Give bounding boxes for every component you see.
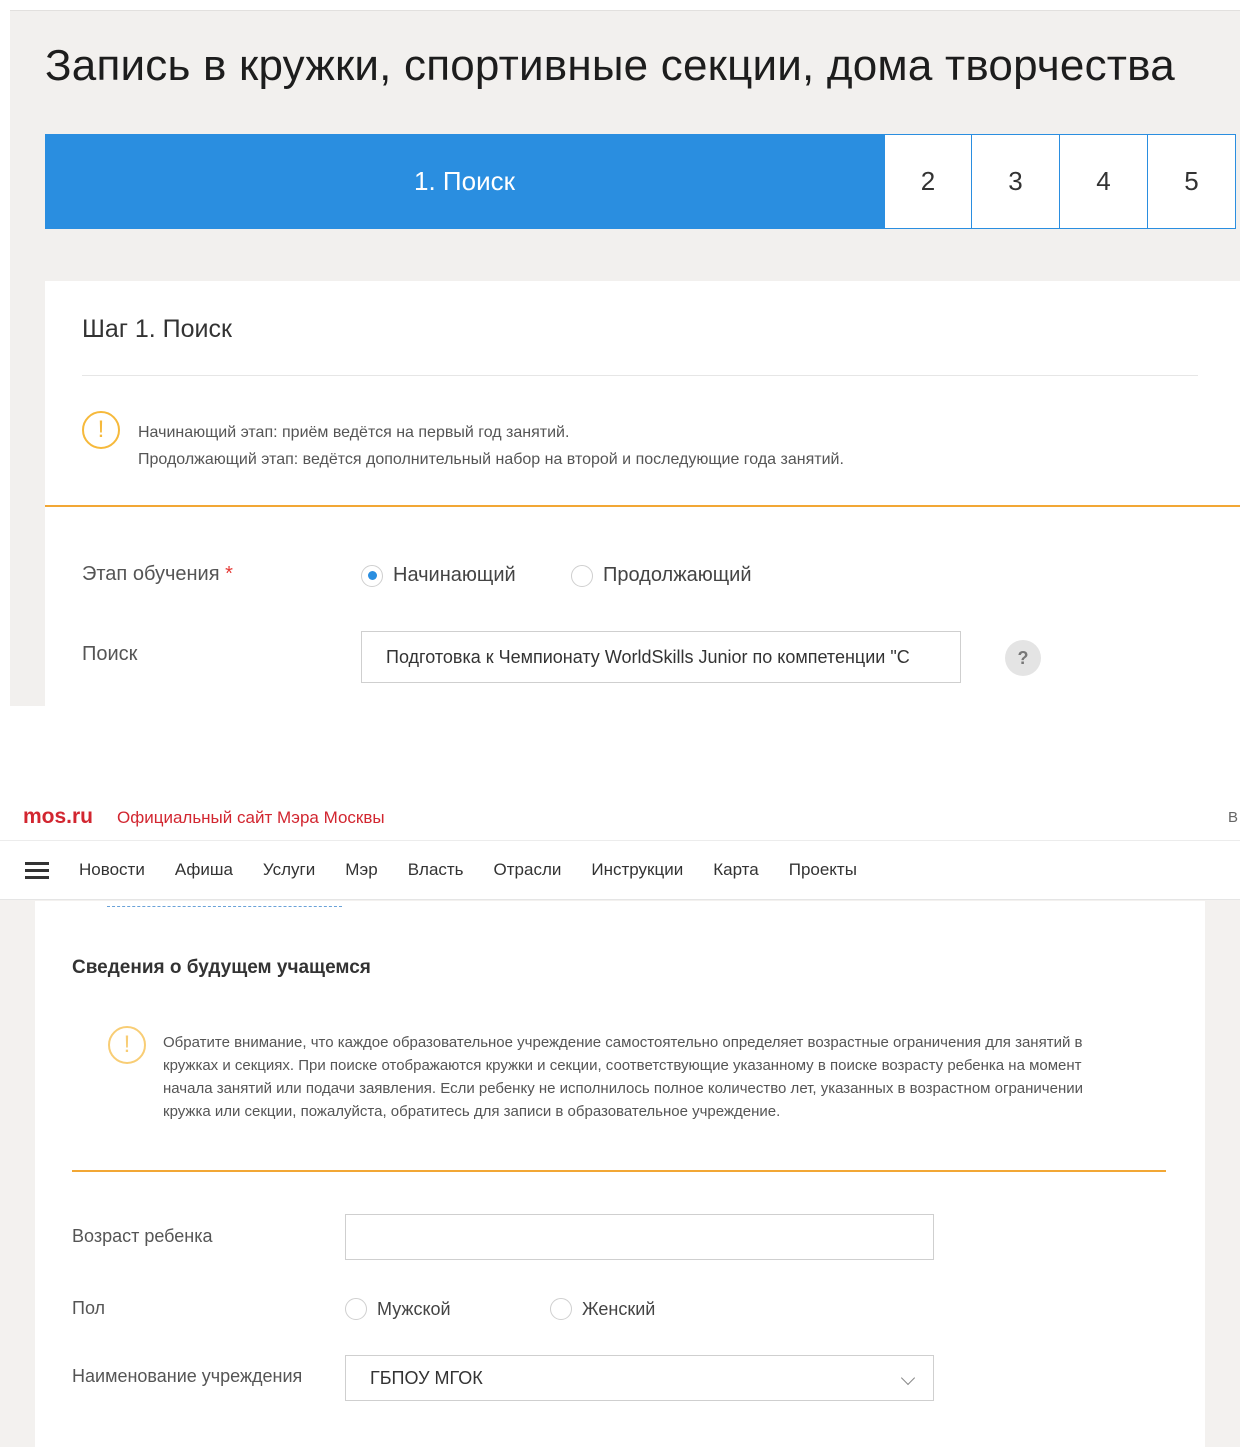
step-1-active[interactable]: 1. Поиск [45, 134, 884, 229]
radio-unchecked-icon[interactable] [571, 564, 593, 587]
top-screenshot-panel: Запись в кружки, спортивные секции, дома… [10, 10, 1240, 706]
brand-bar: mos.ru Официальный сайт Мэра Москвы В [0, 796, 1240, 840]
main-nav: Новости Афиша Услуги Мэр Власть Отрасли … [0, 840, 1240, 900]
nav-item-government[interactable]: Власть [408, 860, 464, 880]
radio-checked-icon[interactable] [361, 564, 383, 587]
nav-item-instructions[interactable]: Инструкции [591, 860, 683, 880]
institution-select[interactable]: ГБПОУ МГОК [345, 1355, 934, 1401]
age-label: Возраст ребенка [72, 1226, 213, 1246]
radio-continuing-label: Продолжающий [603, 564, 752, 586]
wizard-stepper: 1. Поиск 2 3 4 5 [45, 134, 1236, 229]
mos-ru-logo[interactable]: mos.ru [23, 805, 93, 829]
step-heading: Шаг 1. Поиск [82, 315, 232, 343]
section-title: Сведения о будущем учащемся [72, 957, 371, 978]
step-4[interactable]: 4 [1060, 134, 1148, 229]
radio-unchecked-icon[interactable] [345, 1298, 367, 1320]
bottom-screenshot-panel: mos.ru Официальный сайт Мэра Москвы В Но… [0, 796, 1240, 1447]
radio-continuing[interactable]: Продолжающий [571, 564, 752, 587]
radio-beginner[interactable]: Начинающий [361, 564, 516, 587]
institution-select-value: ГБПОУ МГОК [370, 1367, 483, 1388]
step-2[interactable]: 2 [884, 134, 972, 229]
divider [82, 375, 1198, 376]
step-3[interactable]: 3 [972, 134, 1060, 229]
nav-item-afisha[interactable]: Афиша [175, 860, 233, 880]
help-button[interactable]: ? [1005, 640, 1041, 676]
required-mark: * [225, 563, 233, 585]
radio-male-label: Мужской [377, 1298, 451, 1319]
student-info-card: Сведения о будущем учащемся ! Обратите в… [35, 901, 1205, 1447]
age-notice: Обратите внимание, что каждое образовате… [163, 1034, 1084, 1120]
age-input[interactable] [345, 1214, 934, 1260]
notice-line-2: Продолжающий этап: ведётся дополнительны… [138, 451, 844, 468]
radio-unchecked-icon[interactable] [550, 1298, 572, 1320]
nav-item-industries[interactable]: Отрасли [494, 860, 562, 880]
search-label: Поиск [82, 643, 138, 665]
brand-tagline[interactable]: Официальный сайт Мэра Москвы [117, 808, 385, 828]
brand-right-text[interactable]: В [1228, 809, 1238, 826]
stage-label-text: Этап обучения [82, 563, 220, 585]
gender-label: Пол [72, 1298, 106, 1318]
notice-divider [72, 1170, 1166, 1172]
radio-female[interactable]: Женский [550, 1298, 655, 1320]
radio-female-label: Женский [582, 1298, 656, 1319]
menu-icon[interactable] [25, 862, 49, 880]
nav-item-projects[interactable]: Проекты [789, 860, 857, 880]
step-5[interactable]: 5 [1148, 134, 1236, 229]
search-card: Шаг 1. Поиск ! Начинающий этап: приём ве… [45, 281, 1240, 706]
nav-item-services[interactable]: Услуги [263, 860, 315, 880]
nav-item-map[interactable]: Карта [713, 860, 759, 880]
warning-icon: ! [82, 411, 120, 449]
search-input[interactable]: Подготовка к Чемпионату WorldSkills Juni… [361, 631, 961, 683]
radio-beginner-label: Начинающий [393, 564, 516, 586]
institution-label: Наименование учреждения [72, 1366, 303, 1386]
warning-icon: ! [108, 1026, 146, 1064]
nav-item-news[interactable]: Новости [79, 860, 145, 880]
page-title: Запись в кружки, спортивные секции, дома… [45, 41, 1175, 90]
stage-notice: Начинающий этап: приём ведётся на первый… [138, 419, 844, 473]
nav-items: Новости Афиша Услуги Мэр Власть Отрасли … [79, 860, 887, 880]
radio-male[interactable]: Мужской [345, 1298, 451, 1320]
notice-divider [45, 505, 1240, 507]
notice-line-1: Начинающий этап: приём ведётся на первый… [138, 424, 570, 441]
cut-off-link [107, 901, 342, 907]
stage-label: Этап обучения * [82, 563, 233, 586]
chevron-down-icon [900, 1370, 916, 1386]
nav-item-mayor[interactable]: Мэр [345, 860, 377, 880]
